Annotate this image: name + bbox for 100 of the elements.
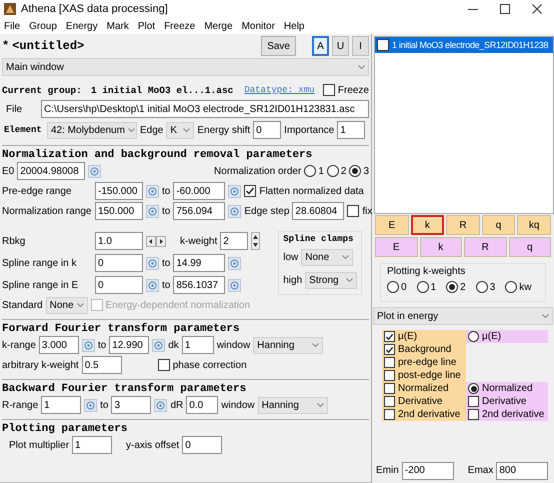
- input-field[interactable]: 1: [182, 336, 214, 354]
- menu-item[interactable]: File: [4, 20, 20, 32]
- field-label: to: [162, 280, 170, 290]
- field-label: window: [216, 340, 250, 350]
- input-field[interactable]: -150.000: [95, 182, 143, 200]
- option-label: 1: [430, 282, 436, 292]
- field-label: Importance: [284, 124, 334, 136]
- option-label: μ(E): [482, 331, 502, 342]
- checkbox-label: Energy-dependent normalization: [106, 300, 250, 310]
- file-path-field[interactable]: C:\Users\hp\Desktop\1 initial MoO3 electrode_SR12ID01H123831.asc: [41, 100, 369, 118]
- option-label: 3: [490, 282, 496, 292]
- input-field[interactable]: 1: [337, 121, 366, 139]
- plot-button[interactable]: kq: [517, 215, 551, 235]
- mode-button[interactable]: A: [312, 36, 329, 56]
- input-field[interactable]: 3: [111, 396, 152, 414]
- plot-mode-dropdown[interactable]: Plot in energy: [373, 307, 553, 325]
- field-label: y-axis offset: [126, 440, 180, 450]
- option-label: pre-edge line: [398, 357, 456, 368]
- menu-item[interactable]: Mark: [106, 20, 129, 32]
- field-label: Element: [3, 125, 43, 135]
- option-label: μ(E): [398, 331, 418, 342]
- section-title: Normalization and background removal parameters: [2, 145, 369, 161]
- menu-item[interactable]: Group: [29, 20, 57, 32]
- option-label: 2nd derivative: [398, 409, 460, 420]
- input-field[interactable]: 20004.98008: [17, 162, 86, 180]
- menu-item[interactable]: Plot: [138, 20, 156, 32]
- input-field[interactable]: 756.094: [173, 202, 226, 220]
- input-field[interactable]: -200: [402, 462, 454, 480]
- field-label: File: [5, 104, 24, 114]
- checkbox-label: Freeze: [338, 84, 369, 96]
- option-label: Normalized: [398, 383, 449, 394]
- group-label: 1 initial MoO3 electrode_SR12ID01H1238: [392, 40, 548, 50]
- dropdown[interactable]: Strong: [305, 272, 358, 288]
- field-label: Edge step: [244, 206, 290, 216]
- plot-button[interactable]: R: [464, 237, 506, 257]
- menu-item[interactable]: Energy: [66, 20, 98, 32]
- field-label: k-range: [2, 340, 36, 350]
- plot-button[interactable]: q: [482, 215, 516, 235]
- menu-item[interactable]: Help: [284, 20, 304, 32]
- field-label: Edge: [140, 124, 164, 136]
- input-field[interactable]: 800: [496, 462, 548, 480]
- input-field[interactable]: 14.99: [173, 254, 226, 272]
- section-title: Forward Fourier transform parameters: [2, 319, 369, 335]
- current-group-name: 1 initial MoO3 el...1.asc: [90, 84, 234, 96]
- field-label: E0: [2, 166, 14, 176]
- dropdown[interactable]: 42: Molybdenum: [47, 122, 137, 138]
- option-label: Derivative: [398, 396, 442, 407]
- input-field[interactable]: 0.5: [82, 356, 122, 374]
- input-field[interactable]: 1: [72, 436, 112, 454]
- input-field[interactable]: 0: [182, 436, 222, 454]
- plot-button[interactable]: E: [375, 215, 409, 235]
- dropdown[interactable]: Hanning: [253, 336, 324, 354]
- dropdown[interactable]: Hanning: [258, 396, 328, 414]
- panel-title: Spline clamps: [283, 234, 354, 244]
- input-field[interactable]: 1.0: [95, 232, 143, 250]
- plot-button[interactable]: E: [375, 237, 418, 257]
- option-label: Normalized: [482, 383, 533, 394]
- datatype-link[interactable]: Datatype: xmu: [244, 85, 315, 95]
- field-label: Plot multiplier: [9, 440, 70, 450]
- mode-button[interactable]: U: [332, 36, 349, 56]
- save-button[interactable]: Save: [261, 36, 296, 56]
- input-field[interactable]: 3.000: [38, 336, 79, 354]
- dropdown[interactable]: None: [46, 296, 88, 314]
- checkbox-label: phase correction: [172, 360, 247, 370]
- field-label: to: [162, 206, 170, 216]
- section-title: Backward Fourier transform parameters: [2, 379, 369, 395]
- input-field[interactable]: 1: [41, 396, 82, 414]
- dropdown[interactable]: None: [301, 248, 354, 266]
- input-field[interactable]: 0: [95, 254, 143, 272]
- option-label: post-edge line: [398, 370, 461, 381]
- field-label: high: [283, 274, 302, 286]
- section-title: Plotting parameters: [2, 419, 369, 435]
- field-label: arbitrary k-weight: [2, 360, 79, 370]
- menu-item[interactable]: Merge: [204, 20, 233, 32]
- field-label: Rbkg: [2, 236, 26, 246]
- input-field[interactable]: 0: [253, 121, 282, 139]
- dropdown[interactable]: K: [166, 122, 194, 138]
- field-label: Standard: [2, 300, 43, 310]
- field-label: Emax: [468, 465, 494, 476]
- input-field[interactable]: 28.60804: [292, 202, 344, 220]
- menu-item[interactable]: Freeze: [164, 20, 196, 32]
- mode-button[interactable]: I: [352, 36, 369, 56]
- menu-item[interactable]: Monitor: [242, 20, 275, 32]
- option-label: 3: [363, 166, 369, 176]
- field-label: R-range: [2, 400, 38, 410]
- plot-button[interactable]: k: [410, 215, 444, 235]
- plot-button[interactable]: R: [446, 215, 480, 235]
- option-label: Background: [398, 344, 452, 355]
- input-field[interactable]: -60.000: [173, 182, 226, 200]
- input-field[interactable]: 0: [95, 276, 143, 294]
- input-field[interactable]: 856.1037: [173, 276, 226, 294]
- group-item[interactable]: 1 initial MoO3 electrode_SR12ID01H1238: [375, 37, 553, 53]
- input-field[interactable]: 150.000: [95, 202, 143, 220]
- input-field[interactable]: 2: [220, 232, 248, 250]
- project-name: <untitled>: [12, 39, 84, 53]
- plot-button[interactable]: k: [420, 237, 462, 257]
- input-field[interactable]: 0.0: [186, 396, 218, 414]
- plot-button[interactable]: q: [508, 237, 551, 257]
- input-field[interactable]: 12.990: [109, 336, 150, 354]
- view-dropdown[interactable]: Main window: [2, 58, 369, 76]
